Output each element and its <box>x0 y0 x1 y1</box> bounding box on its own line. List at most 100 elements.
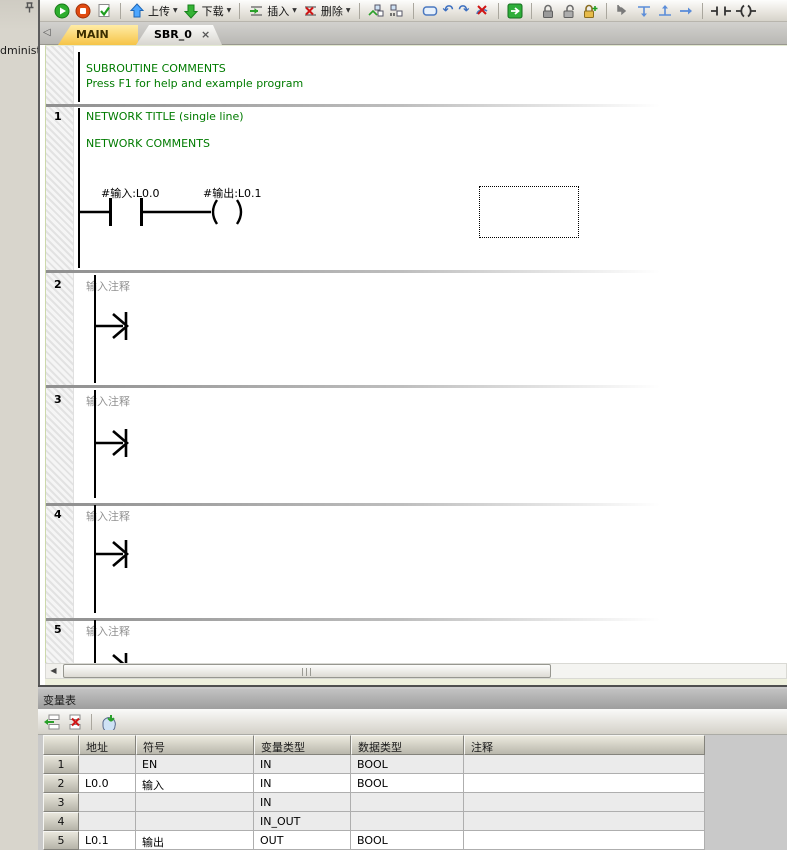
discard-icon[interactable] <box>474 3 490 19</box>
row-number[interactable]: 5 <box>43 831 79 850</box>
compile-icon[interactable] <box>96 3 112 19</box>
open-rung-arrow-clipped[interactable] <box>95 652 139 663</box>
header-blank[interactable] <box>43 735 79 755</box>
horizontal-scrollbar[interactable]: ◀ <box>45 663 787 679</box>
unlock-icon[interactable] <box>561 3 577 19</box>
insert-dropdown-icon[interactable]: ▼ <box>292 8 297 14</box>
cell-comment[interactable] <box>464 793 705 812</box>
row-number[interactable]: 2 <box>43 774 79 793</box>
cell-address[interactable]: L0.0 <box>79 774 136 793</box>
table-row[interactable]: 2 L0.0 输入 IN BOOL <box>43 774 705 793</box>
cell-symbol[interactable] <box>136 793 254 812</box>
tab-scroll-left-icon[interactable]: ◁ <box>43 28 51 38</box>
redo-icon[interactable]: ↷ <box>458 3 469 19</box>
network1-title[interactable]: NETWORK TITLE (single line) <box>86 110 244 123</box>
download-dropdown-icon[interactable]: ▼ <box>227 8 232 14</box>
prev-network-icon[interactable] <box>389 3 405 19</box>
delete-dropdown-icon[interactable]: ▼ <box>346 8 351 14</box>
stop-icon[interactable] <box>75 3 91 19</box>
delete-row-icon[interactable] <box>65 714 83 730</box>
cell-data-type[interactable] <box>351 793 464 812</box>
cell-address[interactable]: L0.1 <box>79 831 136 850</box>
cell-data-type[interactable]: BOOL <box>351 774 464 793</box>
cell-comment[interactable] <box>464 755 705 774</box>
open-rung-arrow[interactable] <box>95 311 139 341</box>
network5-comment[interactable]: 输入注释 <box>86 623 130 639</box>
delete-button[interactable]: 删除 ▼ <box>302 3 351 19</box>
table-row[interactable]: 3 IN <box>43 793 705 812</box>
upload-button[interactable]: 上传 ▼ <box>129 3 178 19</box>
cell-var-type[interactable]: OUT <box>254 831 351 850</box>
execute-icon[interactable] <box>507 3 523 19</box>
cell-var-type[interactable]: IN <box>254 755 351 774</box>
header-comment[interactable]: 注释 <box>464 735 705 755</box>
cell-data-type[interactable] <box>351 812 464 831</box>
toolbar-separator <box>702 3 703 19</box>
network4-number: 4 <box>54 508 72 521</box>
cell-address[interactable] <box>79 812 136 831</box>
next-network-icon[interactable] <box>368 3 384 19</box>
header-data-type[interactable]: 数据类型 <box>351 735 464 755</box>
header-var-type[interactable]: 变量类型 <box>254 735 351 755</box>
network1-comments[interactable]: NETWORK COMMENTS <box>86 137 210 150</box>
download-arrow-icon <box>183 3 199 19</box>
network1-rung[interactable] <box>79 196 289 231</box>
network2-comment[interactable]: 输入注释 <box>86 278 130 294</box>
open-rung-arrow[interactable] <box>95 539 139 569</box>
cell-data-type[interactable]: BOOL <box>351 755 464 774</box>
cell-var-type[interactable]: IN <box>254 793 351 812</box>
network4-comment[interactable]: 输入注释 <box>86 508 130 524</box>
scroll-left-button[interactable]: ◀ <box>46 664 61 678</box>
pin-icon[interactable] <box>24 2 35 14</box>
cell-address[interactable] <box>79 755 136 774</box>
cell-symbol[interactable]: 输出 <box>136 831 254 850</box>
cell-var-type[interactable]: IN_OUT <box>254 812 351 831</box>
cell-comment[interactable] <box>464 831 705 850</box>
tab-sbr0[interactable]: SBR_0 × <box>136 25 222 45</box>
table-row[interactable]: 5 L0.1 输出 OUT BOOL <box>43 831 705 850</box>
insert-row-icon[interactable] <box>42 714 60 730</box>
undo-icon[interactable]: ↶ <box>443 3 454 19</box>
download-symbols-icon[interactable] <box>100 714 118 730</box>
contact-element-icon[interactable] <box>711 3 731 19</box>
selection-box-icon[interactable] <box>422 3 438 19</box>
header-address[interactable]: 地址 <box>79 735 136 755</box>
scrollbar-thumb[interactable] <box>63 664 551 678</box>
download-label: 下载 <box>202 3 224 19</box>
line-right-icon[interactable] <box>678 3 694 19</box>
download-button[interactable]: 下载 ▼ <box>183 3 232 19</box>
tab-close-icon[interactable]: × <box>201 28 210 45</box>
cell-var-type[interactable]: IN <box>254 774 351 793</box>
run-icon[interactable] <box>54 3 70 19</box>
cell-data-type[interactable]: BOOL <box>351 831 464 850</box>
power-rail <box>78 52 80 102</box>
cell-symbol[interactable]: 输入 <box>136 774 254 793</box>
table-row[interactable]: 4 IN_OUT <box>43 812 705 831</box>
network-separator <box>46 270 686 273</box>
table-row[interactable]: 1 EN IN BOOL <box>43 755 705 774</box>
upload-dropdown-icon[interactable]: ▼ <box>173 8 178 14</box>
docked-panel-edge[interactable]: dministra <box>0 0 38 850</box>
row-number[interactable]: 4 <box>43 812 79 831</box>
row-number[interactable]: 1 <box>43 755 79 774</box>
line-up-icon[interactable] <box>657 3 673 19</box>
cell-address[interactable] <box>79 793 136 812</box>
cell-symbol[interactable] <box>136 812 254 831</box>
ladder-editor[interactable]: SUBROUTINE COMMENTS Press F1 for help an… <box>45 45 787 663</box>
line-down-icon[interactable] <box>636 3 652 19</box>
header-symbol[interactable]: 符号 <box>136 735 254 755</box>
cell-comment[interactable] <box>464 812 705 831</box>
tab-main[interactable]: MAIN <box>58 25 138 45</box>
lock-add-icon[interactable] <box>582 3 598 19</box>
subroutine-comments-text[interactable]: SUBROUTINE COMMENTS <box>86 62 226 75</box>
lock-icon[interactable] <box>540 3 556 19</box>
coil-element-icon[interactable] <box>736 3 756 19</box>
branch-icon[interactable] <box>615 3 631 19</box>
insert-button[interactable]: 插入 ▼ <box>248 3 297 19</box>
cell-comment[interactable] <box>464 774 705 793</box>
network3-comment[interactable]: 输入注释 <box>86 393 130 409</box>
selection-cursor[interactable] <box>479 186 579 238</box>
open-rung-arrow[interactable] <box>95 428 139 458</box>
row-number[interactable]: 3 <box>43 793 79 812</box>
cell-symbol[interactable]: EN <box>136 755 254 774</box>
